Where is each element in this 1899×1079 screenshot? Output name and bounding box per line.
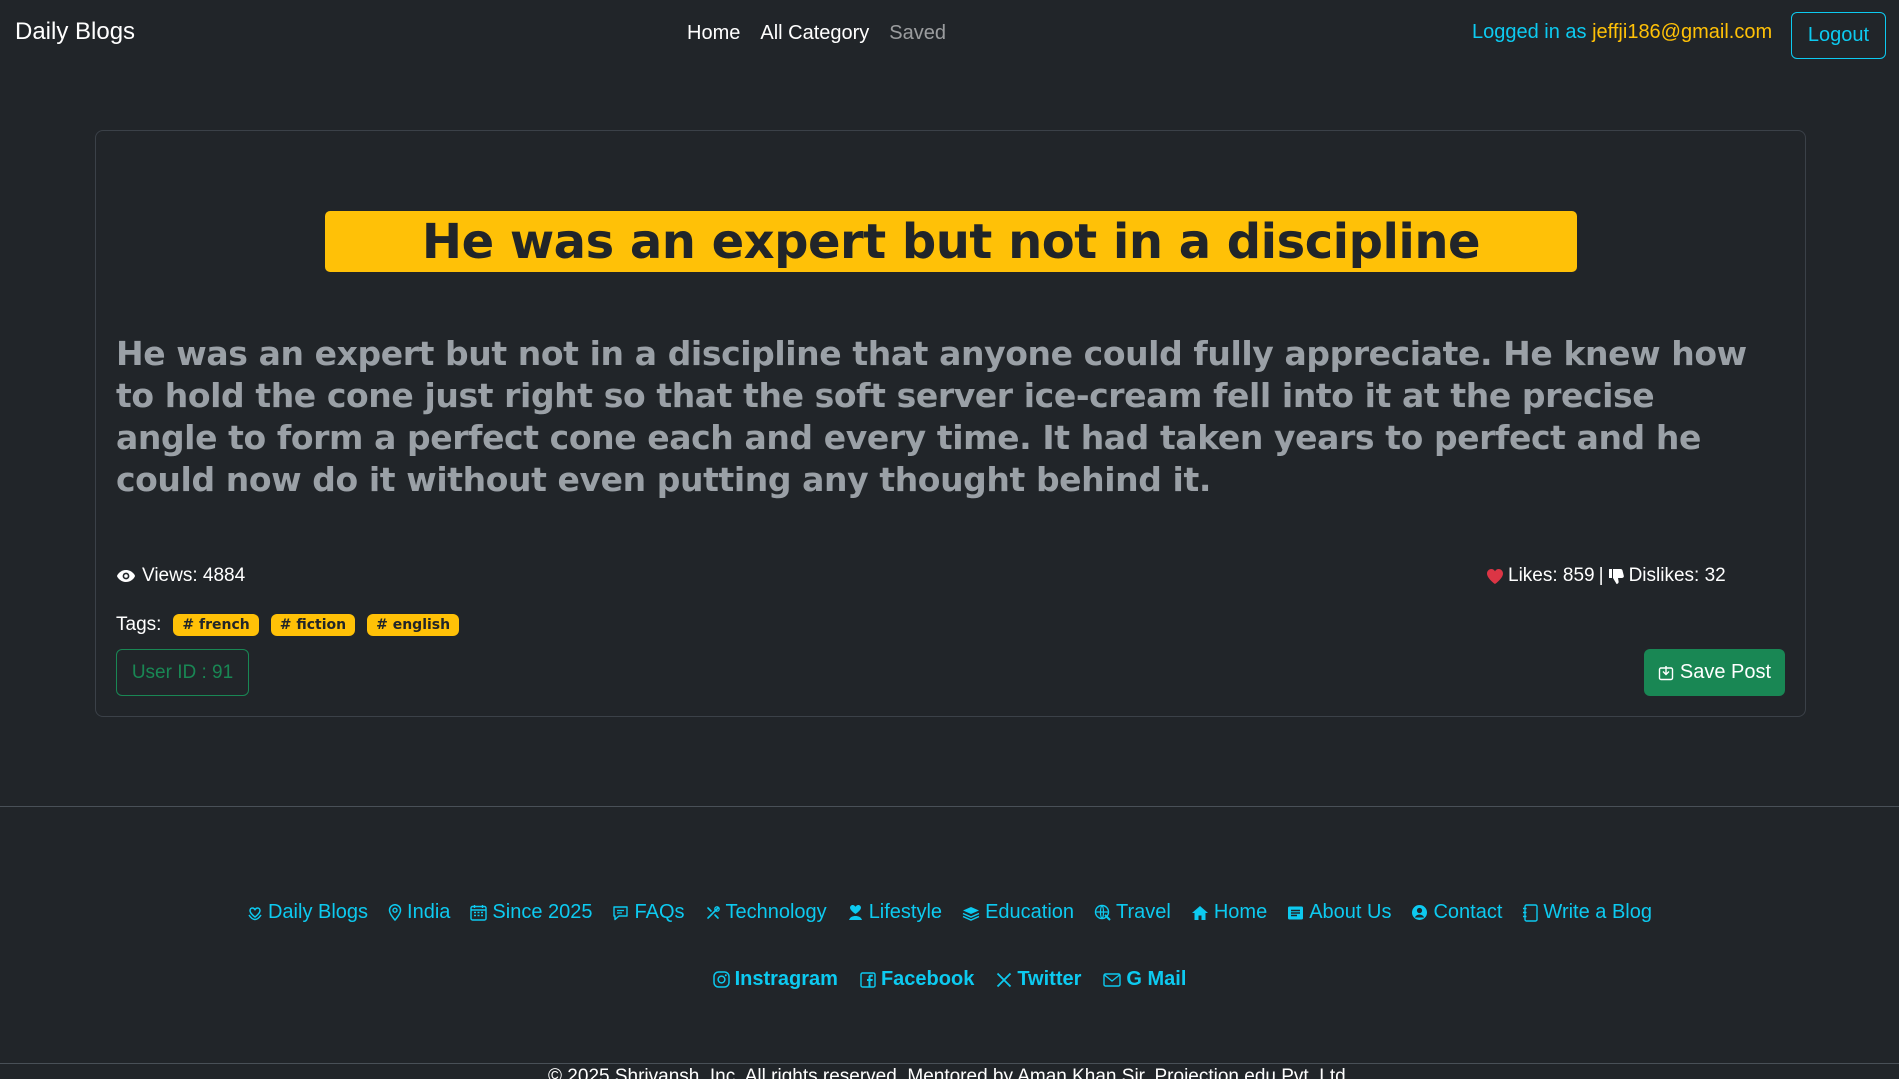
- footer-link-label: About Us: [1309, 901, 1392, 923]
- tags-label: Tags:: [116, 614, 162, 635]
- post-card: He was an expert but not in a discipline…: [95, 130, 1806, 717]
- footer-link-contact[interactable]: Contact: [1411, 901, 1502, 924]
- copyright-text: © 2025 Shrivansh, Inc. All rights reserv…: [548, 1066, 1351, 1079]
- footer-link-label: Education: [985, 901, 1075, 923]
- footer-link-label: Daily Blogs: [267, 901, 369, 923]
- views-label: Views: 4884: [142, 565, 246, 586]
- person-heart-icon: [847, 904, 864, 921]
- x-twitter-icon: [996, 972, 1012, 988]
- social-link-label: G Mail: [1126, 968, 1187, 990]
- footer-link-travel[interactable]: Travel: [1094, 901, 1171, 924]
- footer-link-label: Write a Blog: [1543, 901, 1652, 923]
- footer-link-label: Contact: [1433, 901, 1503, 923]
- navbar: Daily Blogs Home All Category Saved Logg…: [0, 0, 1899, 72]
- tags-row: Tags: # french # fiction # english: [116, 614, 460, 636]
- books-icon: [962, 905, 980, 921]
- footer-link-since-2025[interactable]: Since 2025: [470, 901, 592, 924]
- social-link-gmail[interactable]: G Mail: [1103, 968, 1186, 991]
- nav-link-all-category[interactable]: All Category: [760, 22, 869, 45]
- logout-button[interactable]: Logout: [1791, 12, 1886, 59]
- chat-icon: [612, 905, 629, 921]
- footer-link-label: India: [407, 901, 451, 923]
- nav-links: Home All Category Saved: [687, 22, 946, 45]
- tag-badge[interactable]: # fiction: [270, 614, 356, 636]
- footer-link-faqs[interactable]: FAQs: [612, 901, 685, 924]
- social-link-label: Facebook: [880, 968, 975, 990]
- instagram-icon: [712, 971, 730, 988]
- facebook-icon: [860, 971, 876, 988]
- footer-link-write-a-blog[interactable]: Write a Blog: [1522, 901, 1652, 924]
- nav-link-saved[interactable]: Saved: [889, 22, 946, 45]
- footer-link-label: Since 2025: [492, 901, 593, 923]
- views-counter: Views: 4884: [116, 565, 245, 587]
- card-icon: [1287, 905, 1304, 921]
- brand-logo[interactable]: Daily Blogs: [15, 18, 135, 46]
- journal-icon: [1522, 903, 1539, 922]
- footer-link-technology[interactable]: Technology: [705, 901, 827, 924]
- footer-link-about-us[interactable]: About Us: [1287, 901, 1391, 924]
- user-email: jeffji186@gmail.com: [1592, 21, 1773, 43]
- post-body: He was an expert but not in a discipline…: [116, 334, 1747, 499]
- heart-hand-icon: [247, 905, 263, 921]
- user-id-badge: User ID : 91: [116, 649, 249, 696]
- globe-icon: [1094, 904, 1111, 921]
- footer-link-home[interactable]: Home: [1191, 901, 1267, 924]
- reaction-separator: |: [1598, 565, 1604, 586]
- social-link-twitter[interactable]: Twitter: [996, 968, 1081, 991]
- person-circle-icon: [1411, 904, 1428, 921]
- social-link-instagram[interactable]: Instragram: [712, 968, 838, 991]
- logged-in-prefix: Logged in as: [1472, 21, 1593, 43]
- tag-badge[interactable]: # english: [367, 614, 460, 636]
- footer-link-daily-blogs[interactable]: Daily Blogs: [247, 901, 368, 924]
- house-icon: [1191, 905, 1209, 921]
- likes-label: Likes: 859: [1508, 565, 1595, 586]
- post-title: He was an expert but not in a discipline: [325, 211, 1577, 272]
- footer-link-label: FAQs: [634, 901, 685, 923]
- logged-in-status: Logged in as jeffji186@gmail.com: [1472, 21, 1772, 44]
- reactions: Likes: 859 | Dislikes: 32: [1486, 565, 1726, 587]
- footer-links: Daily Blogs India Since 2025 FAQs Techno…: [0, 901, 1899, 924]
- footer-link-label: Travel: [1116, 901, 1171, 923]
- social-link-facebook[interactable]: Facebook: [860, 968, 974, 991]
- footer-link-india[interactable]: India: [388, 901, 450, 924]
- nav-link-home[interactable]: Home: [687, 22, 740, 45]
- footer-link-lifestyle[interactable]: Lifestyle: [847, 901, 942, 924]
- save-post-label: Save Post: [1679, 661, 1772, 683]
- envelope-icon: [1103, 972, 1122, 987]
- footer-link-label: Technology: [725, 901, 827, 923]
- tools-icon: [705, 905, 721, 921]
- footer-link-label: Lifestyle: [868, 901, 943, 923]
- save-post-button[interactable]: Save Post: [1644, 649, 1785, 696]
- footer-link-education[interactable]: Education: [962, 901, 1074, 924]
- location-pin-icon: [388, 904, 402, 921]
- social-link-label: Twitter: [1017, 968, 1082, 990]
- footer-social-links: Instragram Facebook Twitter G Mail: [0, 968, 1899, 991]
- thumbs-down-icon[interactable]: [1608, 567, 1625, 585]
- footer-divider: [0, 806, 1899, 807]
- tag-badge[interactable]: # french: [173, 614, 259, 636]
- calendar-icon: [470, 904, 488, 921]
- footer-link-label: Home: [1213, 901, 1268, 923]
- heart-icon[interactable]: [1486, 568, 1504, 585]
- download-icon: [1658, 665, 1674, 681]
- eye-icon: [116, 569, 136, 583]
- social-link-label: Instragram: [734, 968, 838, 990]
- dislikes-label: Dislikes: 32: [1628, 565, 1726, 586]
